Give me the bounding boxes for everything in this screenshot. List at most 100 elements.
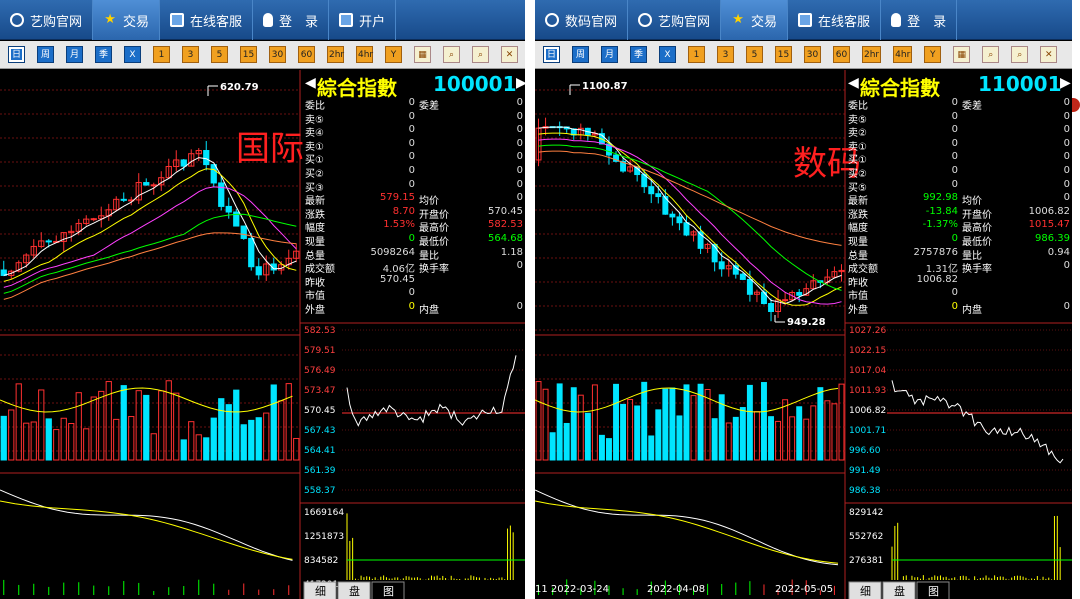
- volume-bar: [803, 418, 810, 461]
- quote-row: 涨跌 -13.84 开盘价 1006.82: [848, 206, 1072, 221]
- period-button-0[interactable]: 日: [8, 46, 25, 63]
- period-button-4[interactable]: X: [659, 46, 676, 63]
- volume-bar: [255, 417, 262, 461]
- period-button-7[interactable]: 5: [746, 46, 763, 63]
- period-button-11[interactable]: 2hr: [862, 46, 882, 63]
- volume-tick-label: 276381: [849, 556, 883, 566]
- period-button-9[interactable]: 30: [804, 46, 821, 63]
- quote-row: 买① 0 0: [305, 151, 525, 166]
- calendar-icon[interactable]: ▦: [414, 46, 431, 63]
- panel-divider: [525, 0, 535, 599]
- nav-tab-login[interactable]: 登 录: [881, 0, 958, 40]
- volume-bar: [789, 416, 796, 461]
- volume-bar: [669, 387, 676, 461]
- prev-arrow-icon[interactable]: ◀: [848, 75, 859, 91]
- nav-tab-login[interactable]: 登 录: [253, 0, 330, 40]
- quote-row: 买⑤ 0 0: [848, 178, 1072, 194]
- next-arrow-icon[interactable]: ▶: [516, 75, 525, 91]
- quote-value-2: 1.18: [500, 246, 523, 258]
- zoom-out-icon[interactable]: ⌕: [1011, 46, 1029, 63]
- candle-body: [768, 303, 774, 312]
- period-button-5[interactable]: 1: [688, 46, 705, 63]
- quote-value: 0: [408, 97, 415, 108]
- period-button-3[interactable]: 季: [630, 46, 647, 63]
- date-axis-label: 11 2022-03-24: [535, 584, 609, 595]
- period-button-3[interactable]: 季: [95, 46, 112, 63]
- volume-bar: [577, 394, 584, 461]
- volume-bar: [210, 417, 217, 461]
- candle-body: [655, 193, 662, 198]
- period-button-10[interactable]: 60: [833, 46, 850, 63]
- volume-bar: [620, 403, 627, 461]
- volume-bar: [248, 419, 255, 461]
- quote-row: 现量 0 最低价 564.68: [305, 233, 525, 248]
- quote-value: 5098264: [370, 246, 415, 258]
- nav-tab-open-account[interactable]: 开户: [329, 0, 397, 40]
- period-button-13[interactable]: Y: [924, 46, 942, 63]
- next-arrow-icon[interactable]: ▶: [1060, 75, 1071, 91]
- period-button-8[interactable]: 15: [240, 46, 257, 63]
- volume-bar: [732, 416, 739, 461]
- volume-bar: [135, 390, 142, 461]
- quote-value: 0: [951, 178, 958, 190]
- period-button-7[interactable]: 5: [211, 46, 228, 63]
- period-button-0[interactable]: 日: [543, 46, 560, 63]
- indicator-line: [0, 489, 293, 561]
- close-icon[interactable]: ✕: [501, 46, 518, 63]
- period-button-6[interactable]: 3: [717, 46, 734, 63]
- quote-label-2: 内盘: [962, 305, 982, 316]
- nav-tab-trade[interactable]: ★ 交易: [93, 0, 161, 40]
- quote-value: -1.37%: [922, 219, 958, 231]
- period-button-9[interactable]: 30: [269, 46, 286, 63]
- quote-info-table: 委比 0 委差 0 卖⑤ 0 0 卖④ 0 0 卖① 0 0 买① 0 0 买② 0 0 买③ 0 0 最新 579.15 均价…: [305, 97, 525, 322]
- quote-value-2: 0: [516, 137, 523, 149]
- volume-bar: [38, 389, 45, 461]
- calendar-icon[interactable]: ▦: [953, 46, 971, 63]
- zoom-in-icon[interactable]: ⌕: [982, 46, 1000, 63]
- quote-row: 现量 0 最低价 986.39: [848, 233, 1072, 248]
- period-button-6[interactable]: 3: [182, 46, 199, 63]
- period-button-1[interactable]: 周: [37, 46, 54, 63]
- index-code: 100001: [433, 72, 517, 96]
- quote-value: 0: [951, 124, 958, 136]
- price-tick-label: 570.45: [304, 406, 336, 416]
- period-button-12[interactable]: 4hr: [356, 46, 373, 63]
- nav-tab-support[interactable]: 在线客服: [160, 0, 254, 40]
- period-button-1[interactable]: 周: [572, 46, 589, 63]
- period-button-5[interactable]: 1: [153, 46, 170, 63]
- quote-row: 成交额 4.06亿 换手率 0: [305, 260, 525, 275]
- period-button-8[interactable]: 15: [775, 46, 792, 63]
- prev-arrow-icon[interactable]: ◀: [305, 75, 316, 91]
- candle-body: [796, 291, 803, 296]
- volume-tick-label: 1251873: [304, 532, 344, 542]
- nav-tab-support[interactable]: 在线客服: [788, 0, 882, 40]
- quote-row: 成交额 1.31亿 换手率 0: [848, 260, 1072, 275]
- star-icon: ★: [732, 12, 744, 27]
- period-button-13[interactable]: Y: [385, 46, 402, 63]
- nav-tab-digital-site[interactable]: 数码官网: [535, 0, 629, 40]
- quote-value: 0: [951, 151, 958, 163]
- quote-value: 0: [408, 287, 415, 299]
- candle-body: [45, 240, 52, 243]
- nav-tab-official-site[interactable]: 艺购官网: [0, 0, 94, 40]
- period-button-10[interactable]: 60: [298, 46, 315, 63]
- candle-body: [746, 278, 753, 295]
- nav-tab-trade[interactable]: ★ 交易: [721, 0, 789, 40]
- volume-bar: [838, 383, 845, 461]
- period-button-11[interactable]: 2hr: [327, 46, 344, 63]
- quote-value: 0: [408, 165, 415, 176]
- nav-tab-official-site[interactable]: 艺购官网: [628, 0, 722, 40]
- period-button-2[interactable]: 月: [66, 46, 83, 63]
- close-icon[interactable]: ✕: [1040, 46, 1058, 63]
- period-button-2[interactable]: 月: [601, 46, 618, 63]
- quote-value: 0: [951, 287, 958, 299]
- period-button-4[interactable]: X: [124, 46, 141, 63]
- volume-bar: [203, 437, 210, 461]
- quote-value-2: 0: [1063, 192, 1070, 204]
- period-button-12[interactable]: 4hr: [893, 46, 913, 63]
- edge-marker: [1072, 98, 1080, 112]
- volume-bar: [831, 403, 838, 461]
- zoom-out-icon[interactable]: ⌕: [472, 46, 489, 63]
- zoom-in-icon[interactable]: ⌕: [443, 46, 460, 63]
- quote-value: 579.15: [380, 192, 415, 204]
